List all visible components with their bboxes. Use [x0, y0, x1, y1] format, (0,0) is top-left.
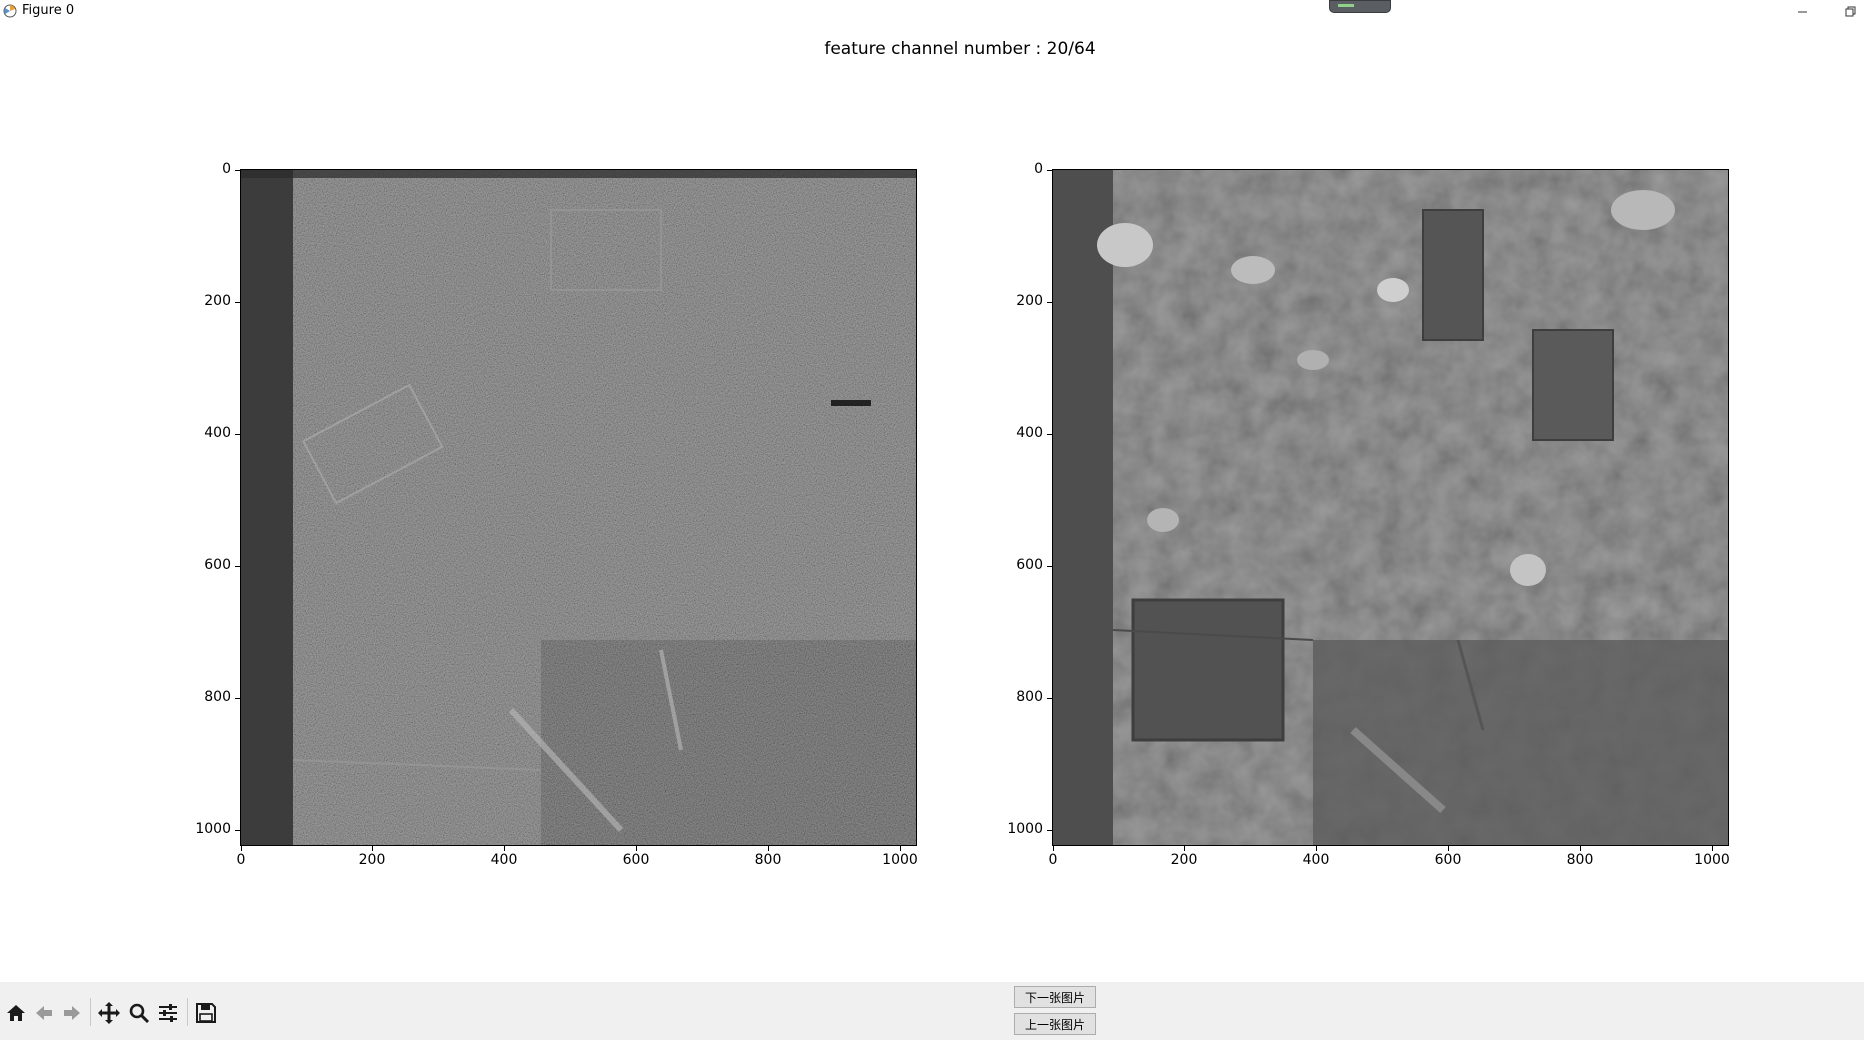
back-arrow-icon: [36, 1006, 52, 1020]
left-ytick-label: 600: [204, 557, 231, 573]
right-ytick-label: 200: [1016, 293, 1043, 309]
pan-move-icon: [98, 1002, 120, 1024]
left-feature-map: [241, 170, 916, 845]
figure-title: feature channel number : 20/64: [824, 39, 1096, 59]
left-ytick-label: 1000: [195, 821, 231, 837]
previous-image-button[interactable]: 上一张图片: [1014, 1013, 1096, 1035]
right-ytick-label: 0: [1034, 161, 1043, 177]
matplotlib-app-icon: [3, 4, 17, 18]
left-feature-image[interactable]: [240, 169, 917, 846]
right-feature-image[interactable]: [1052, 169, 1729, 846]
left-xtick-mark-200: [372, 846, 373, 851]
toolbar-separator: [187, 998, 188, 1026]
left-xtick-label: 0: [236, 852, 246, 868]
right-xtick-label: 600: [1434, 852, 1462, 868]
right-xtick-label: 1000: [1694, 852, 1730, 868]
left-ytick-mark-400: [235, 434, 240, 435]
left-xtick-label: 800: [754, 852, 782, 868]
left-ytick-label: 400: [204, 425, 231, 441]
left-ytick-label: 200: [204, 293, 231, 309]
right-ytick-label: 1000: [1007, 821, 1043, 837]
left-xtick-mark-400: [504, 846, 505, 851]
configure-subplots-icon: [159, 1004, 177, 1022]
right-ytick-mark-1000: [1047, 830, 1052, 831]
pan-button[interactable]: [96, 1000, 122, 1026]
home-button[interactable]: [3, 1000, 29, 1026]
next-image-button[interactable]: 下一张图片: [1014, 986, 1096, 1008]
left-xtick-mark-1000: [900, 846, 901, 851]
left-ytick-mark-800: [235, 698, 240, 699]
left-ytick-mark-1000: [235, 830, 240, 831]
restore-button[interactable]: [1832, 0, 1864, 22]
right-ytick-label: 800: [1016, 689, 1043, 705]
left-ytick-label: 800: [204, 689, 231, 705]
left-xtick-label: 200: [358, 852, 386, 868]
right-ytick-mark-200: [1047, 302, 1052, 303]
right-xtick-label: 400: [1302, 852, 1330, 868]
left-xtick-mark-800: [768, 846, 769, 851]
left-ytick-mark-600: [235, 566, 240, 567]
right-ytick-mark-400: [1047, 434, 1052, 435]
left-ytick-mark-200: [235, 302, 240, 303]
navigation-toolbar: 下一张图片 上一张图片: [0, 982, 1864, 1040]
right-xtick-mark-800: [1580, 846, 1581, 851]
forward-button[interactable]: [59, 1000, 85, 1026]
zoom-button[interactable]: [126, 1000, 152, 1026]
configure-subplots-button[interactable]: [155, 1000, 181, 1026]
floating-indicator-tab[interactable]: [1329, 0, 1391, 13]
left-xtick-mark-0: [241, 846, 242, 851]
right-xtick-label: 200: [1170, 852, 1198, 868]
forward-arrow-icon: [64, 1006, 80, 1020]
save-icon: [196, 1003, 216, 1023]
window-title: Figure 0: [22, 3, 75, 18]
back-button[interactable]: [31, 1000, 57, 1026]
right-xtick-mark-1000: [1712, 846, 1713, 851]
left-xtick-label: 600: [622, 852, 650, 868]
left-xtick-mark-600: [636, 846, 637, 851]
right-ytick-label: 400: [1016, 425, 1043, 441]
left-xtick-label: 1000: [882, 852, 918, 868]
right-ytick-mark-600: [1047, 566, 1052, 567]
save-button[interactable]: [193, 1000, 219, 1026]
right-xtick-label: 800: [1566, 852, 1594, 868]
right-xtick-mark-600: [1448, 846, 1449, 851]
right-feature-map: [1053, 170, 1728, 845]
left-ytick-mark-0: [235, 170, 240, 171]
left-ytick-label: 0: [222, 161, 231, 177]
window-titlebar: Figure 0: [0, 0, 1864, 22]
zoom-magnifier-icon: [129, 1003, 150, 1024]
right-ytick-mark-800: [1047, 698, 1052, 699]
minimize-button[interactable]: [1784, 0, 1820, 22]
left-xtick-label: 400: [490, 852, 518, 868]
right-ytick-mark-0: [1047, 170, 1052, 171]
right-xtick-label: 0: [1048, 852, 1058, 868]
home-icon: [7, 1005, 25, 1021]
restore-icon: [1845, 6, 1855, 16]
right-xtick-mark-400: [1316, 846, 1317, 851]
toolbar-separator: [90, 998, 91, 1026]
minimize-icon: [1797, 11, 1807, 12]
right-ytick-label: 600: [1016, 557, 1043, 573]
right-xtick-mark-200: [1184, 846, 1185, 851]
right-xtick-mark-0: [1053, 846, 1054, 851]
